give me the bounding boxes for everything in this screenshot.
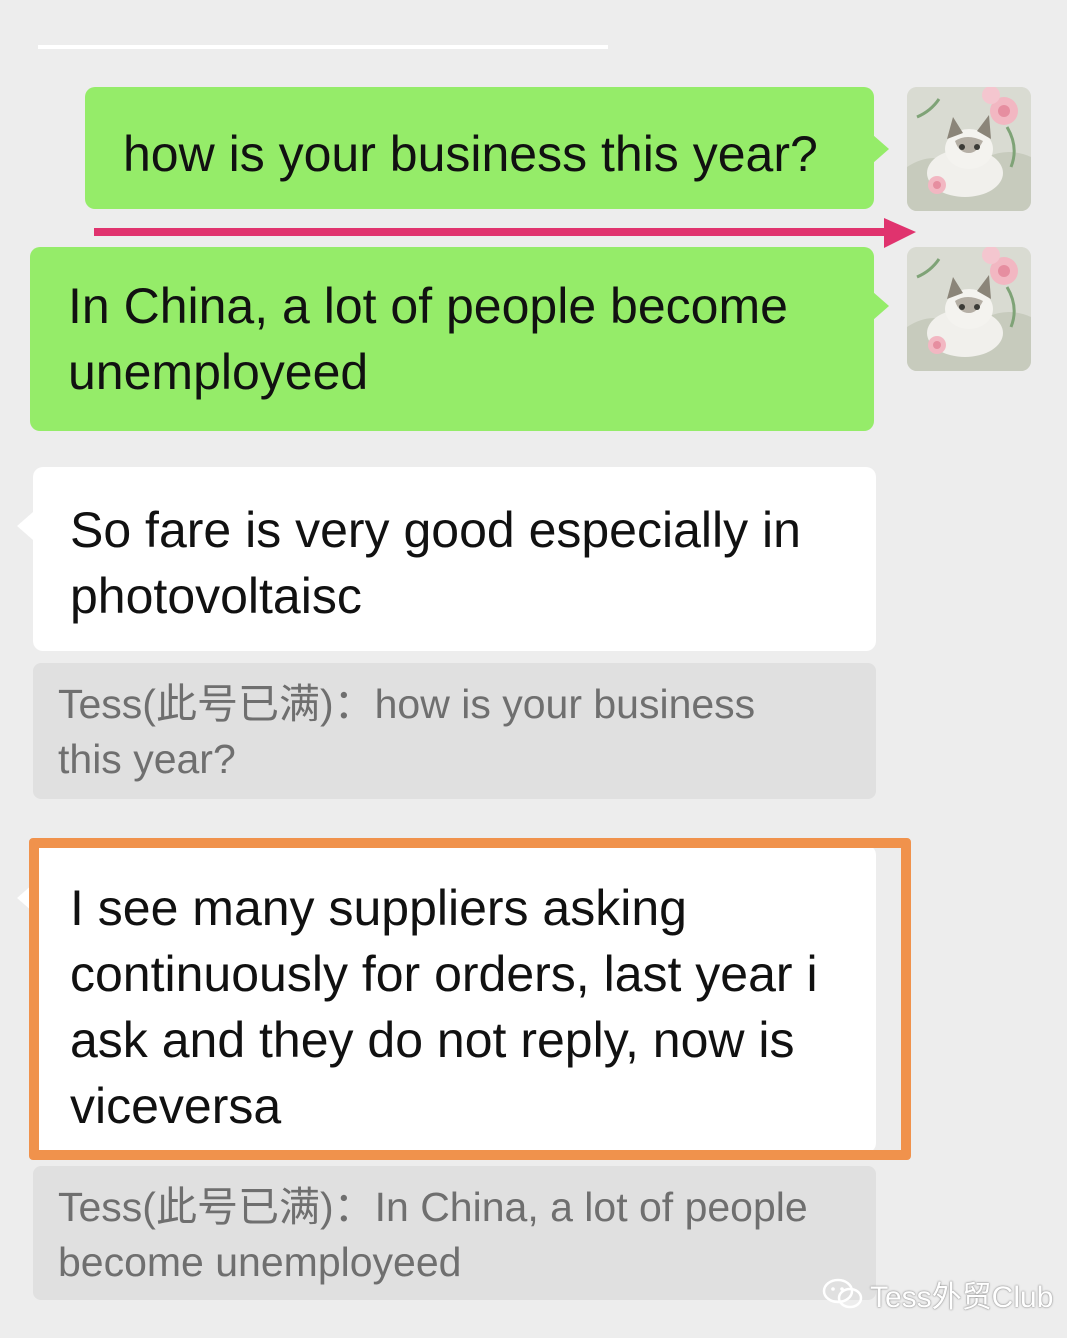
watermark-text: Tess外贸Club xyxy=(870,1281,1054,1314)
sent-message-bubble[interactable]: In China, a lot of people become unemplo… xyxy=(30,247,874,431)
message-text: So fare is very good especially in photo… xyxy=(70,502,801,624)
watermark: Tess外贸Club xyxy=(822,1272,1053,1316)
bubble-tail xyxy=(17,512,33,540)
received-message-bubble[interactable]: So fare is very good especially in photo… xyxy=(33,467,876,651)
quoted-reply[interactable]: Tess(此号已满)：how is your business this yea… xyxy=(33,663,876,799)
cat-avatar-icon xyxy=(907,247,1031,371)
bubble-tail xyxy=(873,292,889,320)
bubble-tail xyxy=(873,135,889,163)
message-text: how is your business this year? xyxy=(123,126,818,182)
quoted-reply[interactable]: Tess(此号已满)：In China, a lot of people bec… xyxy=(33,1166,876,1300)
chat-screen: how is your business this year? In China… xyxy=(0,0,1067,1338)
orange-highlight-box xyxy=(29,838,911,1160)
cat-avatar-icon xyxy=(907,87,1031,211)
quoted-text: Tess(此号已满)：In China, a lot of people bec… xyxy=(58,1184,808,1285)
user-avatar[interactable] xyxy=(907,247,1031,371)
message-text: In China, a lot of people become unemplo… xyxy=(68,278,788,400)
user-avatar[interactable] xyxy=(907,87,1031,211)
divider xyxy=(38,45,608,49)
sent-message-bubble[interactable]: how is your business this year? xyxy=(85,87,874,209)
wechat-logo-icon xyxy=(822,1278,863,1309)
quoted-text: Tess(此号已满)：how is your business this yea… xyxy=(58,681,756,782)
